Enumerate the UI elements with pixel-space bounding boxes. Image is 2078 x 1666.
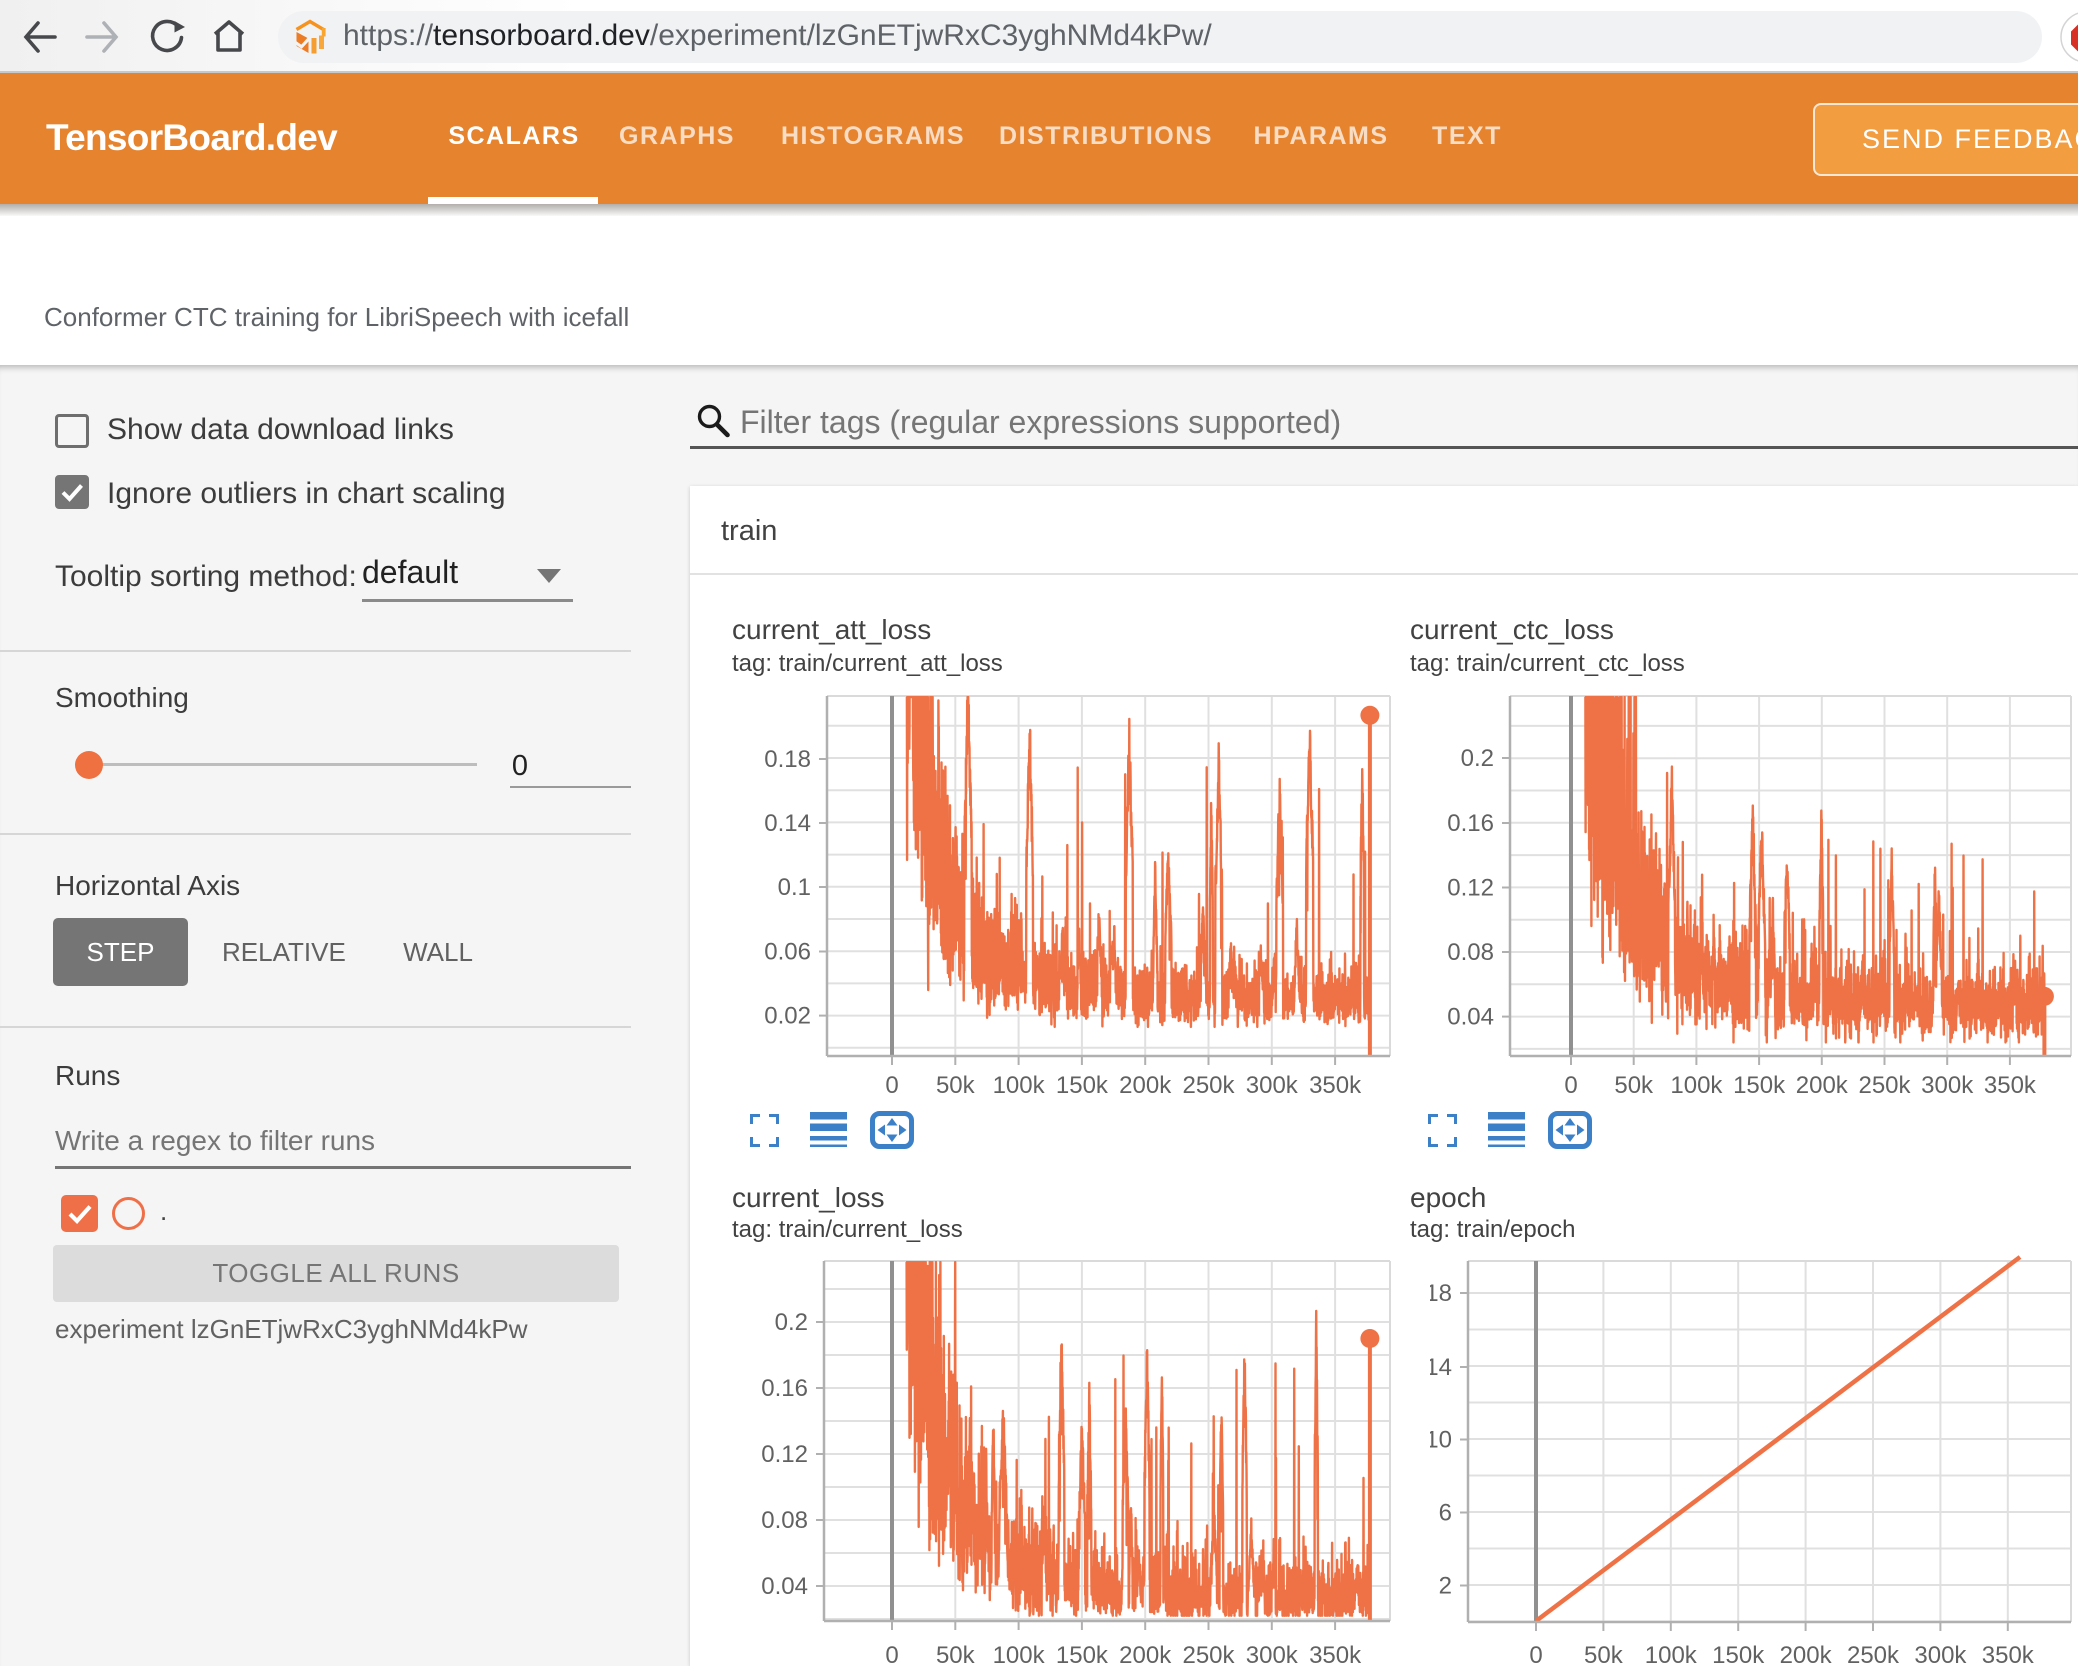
svg-text:100k: 100k [1645, 1642, 1698, 1666]
svg-text:300k: 300k [1246, 1642, 1299, 1666]
svg-text:0.12: 0.12 [1447, 875, 1494, 902]
svg-text:0.18: 0.18 [764, 746, 811, 773]
svg-text:50k: 50k [936, 1642, 976, 1666]
svg-text:300k: 300k [1246, 1072, 1299, 1099]
svg-text:0: 0 [1529, 1642, 1542, 1666]
svg-text:350k: 350k [1309, 1072, 1362, 1099]
svg-text:100k: 100k [1670, 1072, 1723, 1099]
svg-text:0.16: 0.16 [761, 1375, 808, 1402]
svg-text:0.16: 0.16 [1447, 810, 1494, 837]
svg-text:0.02: 0.02 [764, 1003, 811, 1030]
svg-text:300k: 300k [1914, 1642, 1967, 1666]
svg-text:0.04: 0.04 [1447, 1004, 1494, 1031]
svg-text:350k: 350k [1982, 1642, 2035, 1666]
svg-text:50k: 50k [1614, 1072, 1654, 1099]
svg-text:150k: 150k [1712, 1642, 1765, 1666]
svg-text:250k: 250k [1847, 1642, 1900, 1666]
svg-text:0: 0 [885, 1072, 898, 1099]
svg-text:18: 18 [1430, 1280, 1452, 1307]
svg-text:250k: 250k [1182, 1642, 1235, 1666]
svg-text:150k: 150k [1056, 1642, 1109, 1666]
svg-text:14: 14 [1430, 1354, 1452, 1381]
svg-text:200k: 200k [1119, 1072, 1172, 1099]
svg-text:0: 0 [1564, 1072, 1577, 1099]
svg-text:0.2: 0.2 [775, 1309, 808, 1336]
svg-text:6: 6 [1439, 1500, 1452, 1527]
svg-text:200k: 200k [1780, 1642, 1833, 1666]
svg-text:0.06: 0.06 [764, 939, 811, 966]
svg-text:150k: 150k [1733, 1072, 1786, 1099]
svg-text:0.14: 0.14 [764, 810, 811, 837]
svg-text:250k: 250k [1858, 1072, 1911, 1099]
svg-text:2: 2 [1439, 1573, 1452, 1600]
svg-text:100k: 100k [993, 1642, 1046, 1666]
svg-text:200k: 200k [1119, 1642, 1172, 1666]
svg-text:0.2: 0.2 [1461, 745, 1494, 772]
svg-text:0.08: 0.08 [761, 1507, 808, 1534]
svg-text:300k: 300k [1921, 1072, 1974, 1099]
svg-text:350k: 350k [1309, 1642, 1362, 1666]
svg-text:0.12: 0.12 [761, 1441, 808, 1468]
svg-text:100k: 100k [993, 1072, 1046, 1099]
svg-text:0.1: 0.1 [778, 874, 811, 901]
svg-text:0.04: 0.04 [761, 1573, 808, 1600]
svg-text:10: 10 [1430, 1427, 1452, 1454]
svg-text:150k: 150k [1056, 1072, 1109, 1099]
svg-text:0.08: 0.08 [1447, 939, 1494, 966]
svg-text:50k: 50k [936, 1072, 976, 1099]
svg-text:0: 0 [885, 1642, 898, 1666]
svg-text:350k: 350k [1984, 1072, 2037, 1099]
svg-text:200k: 200k [1796, 1072, 1849, 1099]
svg-text:250k: 250k [1182, 1072, 1235, 1099]
svg-text:50k: 50k [1584, 1642, 1624, 1666]
